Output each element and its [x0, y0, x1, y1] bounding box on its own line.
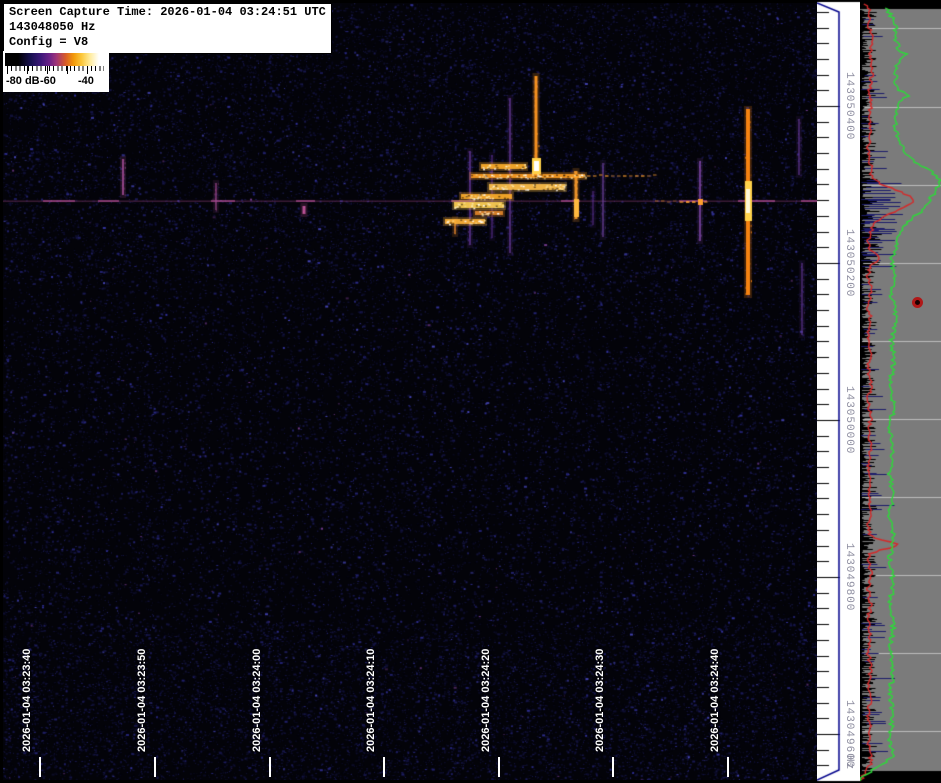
freq-label-3: 143049800 [843, 542, 855, 612]
color-scale-labels: -80 dB -60 -40 [3, 75, 109, 90]
ruler-major-ticks [7, 66, 104, 74]
config-text: Config = V8 [9, 35, 89, 49]
db-label-80: -80 dB [6, 75, 40, 87]
intensity-color-legend: -80 dB -60 -40 [3, 51, 109, 92]
freq-unit-label: Hz [843, 755, 855, 771]
db-label-40: -40 [78, 75, 94, 87]
time-label-2: 2026-01-04 03:24:00 [251, 648, 263, 752]
freq-label-1: 143050200 [843, 228, 855, 298]
db-label-60: -60 [40, 75, 56, 87]
spectrogram-app-window: Screen Capture Time: 2026-01-04 03:24:51… [0, 0, 941, 783]
color-scale-gradient [5, 53, 106, 66]
capture-time-text: Screen Capture Time: 2026-01-04 03:24:51… [9, 5, 326, 19]
time-tick-2 [269, 757, 271, 777]
time-label-0: 2026-01-04 03:23:40 [21, 648, 33, 752]
time-label-1: 2026-01-04 03:23:50 [136, 648, 148, 752]
time-label-4: 2026-01-04 03:24:20 [480, 648, 492, 752]
time-tick-4 [498, 757, 500, 777]
capture-info-box: Screen Capture Time: 2026-01-04 03:24:51… [3, 3, 332, 54]
time-tick-5 [612, 757, 614, 777]
time-tick-1 [154, 757, 156, 777]
freq-label-2: 143050000 [843, 385, 855, 455]
time-label-6: 2026-01-04 03:24:40 [709, 648, 721, 752]
time-tick-3 [383, 757, 385, 777]
time-label-3: 2026-01-04 03:24:10 [365, 648, 377, 752]
color-scale-ruler [5, 66, 106, 75]
time-tick-6 [727, 757, 729, 777]
time-label-5: 2026-01-04 03:24:30 [594, 648, 606, 752]
frequency-text: 143048050 Hz [9, 20, 96, 34]
time-tick-0 [39, 757, 41, 777]
spectrum-panel-canvas [860, 0, 941, 783]
spectrum-marker-dot [912, 297, 923, 308]
waterfall-spectrogram-canvas [3, 3, 817, 780]
freq-label-0: 143050400 [843, 71, 855, 141]
